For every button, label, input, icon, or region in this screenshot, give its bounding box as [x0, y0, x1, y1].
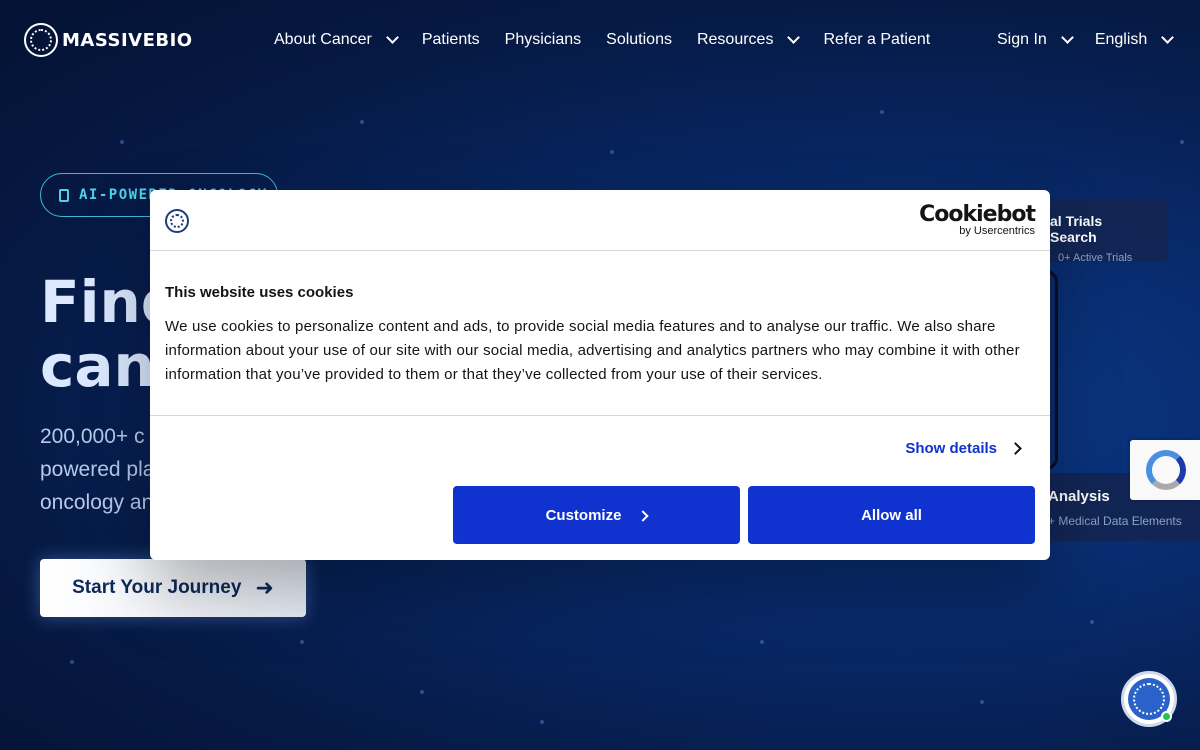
allow-all-label: Allow all	[861, 506, 922, 524]
nav-label: Physicians	[504, 31, 582, 48]
cookie-text: We use cookies to personalize content an…	[165, 318, 1020, 383]
language-label: English	[1094, 31, 1148, 48]
site-header: MASSIVEBIO About Cancer Patients Physici…	[0, 0, 1200, 80]
chevron-down-icon	[1161, 31, 1175, 44]
recaptcha-icon	[1146, 450, 1186, 490]
nav-physicians[interactable]: Physicians	[505, 30, 581, 50]
show-details-link[interactable]: Show details	[905, 440, 1022, 457]
arrow-right-icon: ➜	[255, 575, 274, 600]
chevron-down-icon	[385, 31, 399, 44]
nav-label: Refer a Patient	[823, 31, 931, 48]
online-status-dot	[1161, 711, 1172, 722]
customize-button[interactable]: Customize	[453, 486, 740, 544]
nav-solutions[interactable]: Solutions	[606, 30, 672, 50]
nav-about-cancer[interactable]: About Cancer	[274, 30, 399, 50]
show-details-label: Show details	[905, 440, 997, 457]
language-selector[interactable]: English	[1094, 30, 1175, 50]
nav-refer-patient[interactable]: Refer a Patient	[823, 30, 930, 50]
cookie-title: This website uses cookies	[165, 284, 354, 301]
nav-resources[interactable]: Resources	[696, 30, 801, 50]
chevron-down-icon	[1060, 31, 1074, 44]
card-subtitle: 0+ Active Trials	[1058, 252, 1133, 264]
chat-widget-button[interactable]	[1121, 671, 1177, 727]
logo-icon	[24, 23, 58, 57]
chevron-down-icon	[787, 31, 801, 44]
logo-text: MASSIVEBIO	[62, 29, 193, 51]
start-journey-button[interactable]: Start Your Journey ➜	[40, 559, 306, 617]
account-nav: Sign In English	[997, 30, 1195, 50]
cookie-consent-dialog: Cookiebot by Usercentrics This website u…	[150, 190, 1050, 560]
card-subtitle: + Medical Data Elements	[1048, 514, 1182, 528]
chevron-right-icon	[1009, 442, 1022, 455]
recaptcha-badge[interactable]	[1130, 440, 1200, 500]
cookie-dialog-body: This website uses cookies We use cookies…	[150, 251, 1050, 416]
chip-icon	[59, 188, 69, 202]
customize-label: Customize	[545, 506, 622, 524]
main-nav: About Cancer Patients Physicians Solutio…	[274, 30, 955, 50]
site-logo[interactable]: MASSIVEBIO	[24, 23, 193, 57]
sign-in-menu[interactable]: Sign In	[997, 30, 1074, 50]
nav-label: Patients	[421, 31, 480, 48]
nav-patients[interactable]: Patients	[422, 30, 480, 50]
site-favicon-icon	[165, 209, 189, 233]
chevron-right-icon	[637, 509, 650, 522]
allow-all-button[interactable]: Allow all	[748, 486, 1035, 544]
cta-label: Start Your Journey	[72, 577, 242, 598]
card-title: al Trials Search	[1050, 213, 1103, 245]
cookie-dialog-header: Cookiebot by Usercentrics	[150, 190, 1050, 251]
nav-label: Solutions	[606, 31, 672, 48]
cookiebot-logo[interactable]: Cookiebot by Usercentrics	[919, 202, 1036, 238]
nav-label: Resources	[696, 31, 774, 48]
nav-label: About Cancer	[274, 31, 372, 48]
cookiebot-name: Cookiebot	[919, 202, 1036, 227]
sign-in-label: Sign In	[997, 31, 1047, 48]
